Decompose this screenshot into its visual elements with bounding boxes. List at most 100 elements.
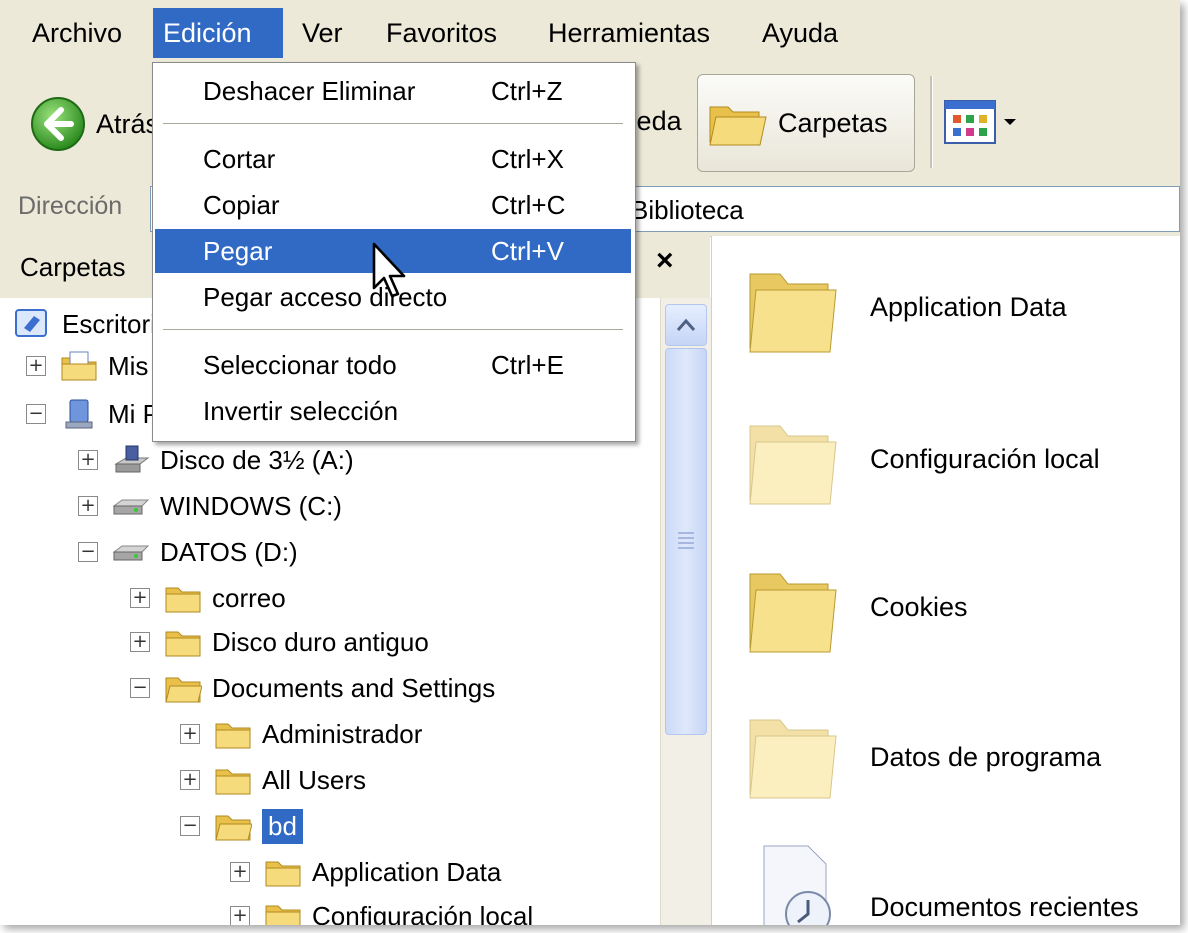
tree-item-disco-duro-antiguo[interactable]: + Disco duro antiguo [130, 622, 429, 662]
folder-icon[interactable] [744, 260, 844, 360]
mouse-cursor-icon [372, 242, 406, 298]
back-arrow-icon [31, 97, 85, 151]
views-icon [944, 100, 996, 144]
menu-item-shortcut: Ctrl+E [491, 350, 564, 380]
menu-ver[interactable]: Ver [292, 8, 353, 58]
tree-item-escritorio[interactable]: Escritorio [14, 304, 170, 344]
tree-label: WINDOWS (C:) [160, 490, 342, 521]
documents-icon [61, 351, 97, 381]
close-pane-button[interactable]: × [656, 244, 674, 278]
tree-label: DATOS (D:) [160, 536, 298, 567]
menu-item-seleccionar-todo[interactable]: Seleccionar todo Ctrl+E [155, 343, 631, 387]
content-item-label[interactable]: Configuración local [870, 444, 1100, 475]
folder-icon [265, 905, 301, 925]
tree-label: Administrador [262, 718, 423, 749]
tree-scrollbar[interactable] [660, 298, 711, 925]
menu-edicion[interactable]: Edición [153, 8, 283, 58]
folders-icon [709, 106, 767, 146]
scroll-up-button[interactable] [665, 304, 707, 346]
folder-icon[interactable] [744, 560, 844, 660]
tree-item-datos-d[interactable]: − DATOS (D:) [78, 532, 298, 572]
menu-item-deshacer[interactable]: Deshacer Eliminar Ctrl+Z [155, 69, 631, 113]
folders-button[interactable]: Carpetas [697, 74, 915, 172]
tree-item-application-data[interactable]: + Application Data [230, 852, 501, 892]
computer-icon [65, 399, 93, 429]
folder-icon [165, 631, 201, 657]
expand-toggle[interactable]: + [130, 588, 150, 608]
collapse-toggle[interactable]: − [26, 404, 46, 424]
open-folder-icon [215, 815, 252, 841]
toolbar-separator [930, 76, 933, 168]
expand-toggle[interactable]: + [230, 906, 250, 925]
content-item-label[interactable]: Application Data [870, 292, 1067, 323]
menu-item-label: Invertir selección [203, 396, 399, 426]
menu-item-copiar[interactable]: Copiar Ctrl+C [155, 183, 631, 227]
tree-label: Disco duro antiguo [212, 626, 429, 657]
tree-item-administrador[interactable]: + Administrador [180, 714, 422, 754]
desktop-icon [15, 309, 47, 337]
menu-item-cortar[interactable]: Cortar Ctrl+X [155, 137, 631, 181]
explorer-window: Archivo Edición Ver Favoritos Herramient… [0, 0, 1180, 925]
expand-toggle[interactable]: + [78, 450, 98, 470]
hidden-folder-icon[interactable] [744, 412, 844, 512]
tree-item-correo[interactable]: + correo [130, 578, 286, 618]
collapse-toggle[interactable]: − [78, 542, 98, 562]
menu-item-shortcut: Ctrl+V [491, 236, 564, 266]
tree-item-documents-and-settings[interactable]: − Documents and Settings [130, 668, 495, 708]
menu-item-label: Deshacer Eliminar [203, 76, 416, 106]
menu-item-label: Pegar [203, 236, 273, 266]
collapse-toggle[interactable]: − [130, 678, 150, 698]
tree-item-bd[interactable]: − bd [180, 806, 303, 846]
folder-icon [265, 861, 301, 887]
tree-label: Configuración local [312, 900, 534, 926]
expand-toggle[interactable]: + [78, 496, 98, 516]
menu-ayuda[interactable]: Ayuda [752, 8, 848, 58]
folders-label: Carpetas [778, 107, 888, 138]
back-button[interactable]: Atrás [30, 96, 159, 152]
menu-favoritos[interactable]: Favoritos [376, 8, 507, 58]
scroll-thumb[interactable] [665, 348, 707, 735]
folder-icon [215, 769, 251, 795]
menu-herramientas[interactable]: Herramientas [538, 8, 720, 58]
menu-separator [163, 123, 623, 124]
expand-toggle[interactable]: + [130, 632, 150, 652]
expand-toggle[interactable]: + [26, 356, 46, 376]
folders-pane-title: Carpetas [20, 252, 126, 282]
menu-item-invertir-seleccion[interactable]: Invertir selección [155, 389, 631, 433]
chevron-up-icon [676, 318, 696, 331]
hard-drive-icon [112, 499, 150, 515]
floppy-drive-icon [114, 445, 150, 473]
hidden-folder-icon[interactable] [744, 706, 844, 806]
folder-icon [165, 587, 201, 613]
tree-item-all-users[interactable]: + All Users [180, 760, 366, 800]
folder-icon [215, 723, 251, 749]
menu-bar: Archivo Edición Ver Favoritos Herramient… [0, 0, 1180, 67]
address-value: Biblioteca [631, 195, 744, 225]
collapse-toggle[interactable]: − [180, 816, 200, 836]
content-item-label[interactable]: Datos de programa [870, 742, 1101, 773]
tree-item-configuracion-local[interactable]: + Configuración local [230, 896, 533, 925]
tree-item-disco-a[interactable]: + Disco de 3½ (A:) [78, 440, 354, 480]
content-item-label[interactable]: Cookies [870, 592, 968, 623]
open-folder-icon [165, 677, 202, 703]
content-item-label[interactable]: Documentos recientes [870, 892, 1139, 923]
menu-separator [163, 329, 623, 330]
hard-drive-icon [112, 545, 150, 561]
tree-item-windows-c[interactable]: + WINDOWS (C:) [78, 486, 342, 526]
tree-label: Documents and Settings [212, 672, 496, 703]
tree-label: All Users [262, 764, 367, 795]
menu-item-label: Cortar [203, 144, 276, 174]
tree-label: Application Data [312, 856, 502, 887]
expand-toggle[interactable]: + [180, 770, 200, 790]
tree-label: correo [212, 582, 286, 613]
dropdown-arrow-icon [1004, 119, 1016, 125]
tree-label-selected: bd [262, 808, 303, 844]
menu-item-shortcut: Ctrl+X [491, 144, 564, 174]
views-button[interactable] [944, 100, 1018, 144]
expand-toggle[interactable]: + [230, 862, 250, 882]
recent-documents-icon[interactable] [744, 842, 844, 925]
content-pane: Application Data Configuración local Coo… [711, 236, 1180, 925]
expand-toggle[interactable]: + [180, 724, 200, 744]
menu-item-shortcut: Ctrl+Z [491, 76, 563, 106]
menu-archivo[interactable]: Archivo [22, 8, 132, 58]
